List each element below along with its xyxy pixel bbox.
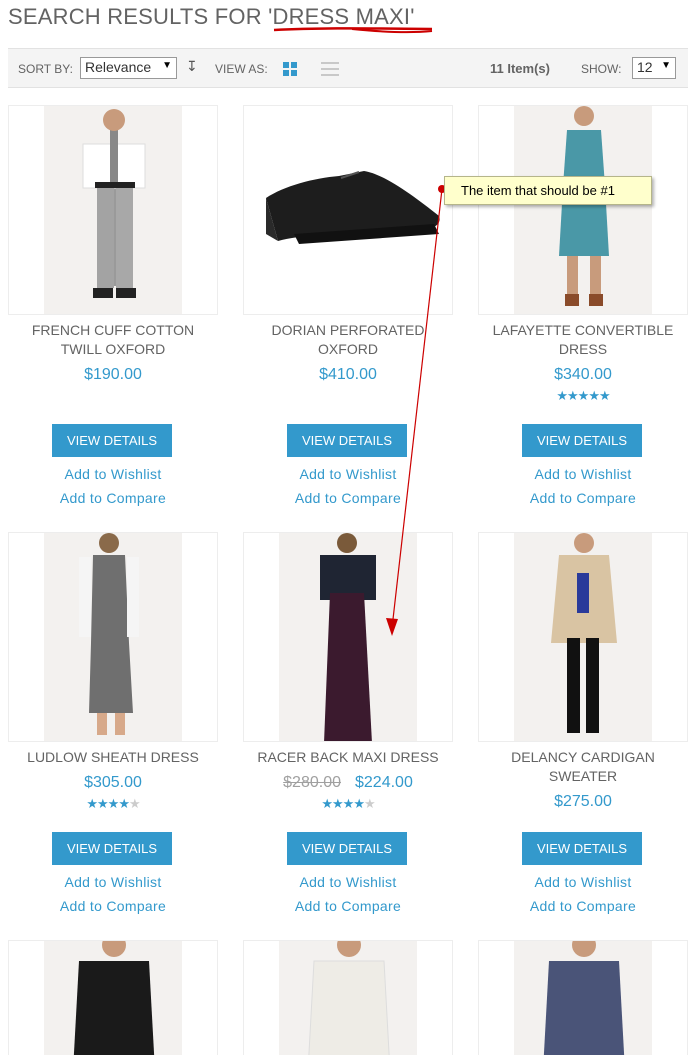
show-label: SHOW: <box>581 62 622 76</box>
chevron-down-icon: ▼ <box>162 60 172 71</box>
product-card <box>8 940 218 1055</box>
product-card: RACER BACK MAXI DRESS $280.00 $224.00 ★★★… <box>243 532 453 932</box>
view-details-button[interactable]: VIEW DETAILS <box>287 424 407 457</box>
show-per-page-value: 12 <box>637 59 653 75</box>
product-name[interactable]: DORIAN PERFORATED OXFORD <box>243 321 453 359</box>
product-price: $410.00 <box>319 366 377 383</box>
add-to-wishlist-link[interactable]: Add to Wishlist <box>478 466 688 482</box>
view-details-button[interactable]: VIEW DETAILS <box>522 832 642 865</box>
view-details-button[interactable]: VIEW DETAILS <box>287 832 407 865</box>
product-image[interactable] <box>243 940 453 1055</box>
annotation-callout: The item that should be #1 <box>444 176 652 205</box>
rating-stars: ★★★★★ <box>86 796 140 811</box>
rating-stars: ★★★★★ <box>556 388 610 403</box>
add-to-compare-link[interactable]: Add to Compare <box>8 898 218 914</box>
product-name[interactable]: LAFAYETTE CONVERTIBLE DRESS <box>478 321 688 359</box>
add-to-wishlist-link[interactable]: Add to Wishlist <box>8 466 218 482</box>
view-as-label: VIEW AS: <box>215 62 268 76</box>
add-to-wishlist-link[interactable]: Add to Wishlist <box>478 874 688 890</box>
product-image[interactable] <box>243 532 453 742</box>
sort-by-value: Relevance <box>85 59 152 75</box>
sort-by-select[interactable]: Relevance ▼ <box>80 57 177 79</box>
product-price: $280.00 $224.00 <box>243 774 453 792</box>
product-price: $305.00 <box>84 774 142 791</box>
product-name[interactable]: DELANCY CARDIGAN SWEATER <box>478 748 688 786</box>
product-card: DELANCY CARDIGAN SWEATER $275.00 VIEW DE… <box>478 532 688 932</box>
add-to-wishlist-link[interactable]: Add to Wishlist <box>243 466 453 482</box>
old-price: $280.00 <box>283 774 341 791</box>
product-image[interactable] <box>478 532 688 742</box>
add-to-compare-link[interactable]: Add to Compare <box>478 898 688 914</box>
product-image[interactable] <box>8 105 218 315</box>
add-to-wishlist-link[interactable]: Add to Wishlist <box>243 874 453 890</box>
product-price: $190.00 <box>84 366 142 383</box>
view-details-button[interactable]: VIEW DETAILS <box>52 832 172 865</box>
add-to-compare-link[interactable]: Add to Compare <box>243 898 453 914</box>
product-card <box>478 940 688 1055</box>
product-card: FRENCH CUFF COTTON TWILL OXFORD $190.00 … <box>8 105 218 525</box>
product-card: DORIAN PERFORATED OXFORD $410.00 VIEW DE… <box>243 105 453 525</box>
sort-by-label: SORT BY: <box>18 62 73 76</box>
special-price: $224.00 <box>355 774 413 791</box>
product-card: LUDLOW SHEATH DRESS $305.00 ★★★★★ VIEW D… <box>8 532 218 932</box>
add-to-wishlist-link[interactable]: Add to Wishlist <box>8 874 218 890</box>
show-per-page-select[interactable]: 12 ▼ <box>632 57 676 79</box>
rating-stars: ★★★★★ <box>321 796 375 811</box>
product-card: LAFAYETTE CONVERTIBLE DRESS $340.00 ★★★★… <box>478 105 688 525</box>
product-image[interactable] <box>478 105 688 315</box>
toolbar: SORT BY: Relevance ▼ ↧ VIEW AS: 11 Item(… <box>8 48 688 88</box>
chevron-down-icon: ▼ <box>661 60 671 71</box>
sort-direction-icon[interactable]: ↧ <box>186 58 198 75</box>
product-name[interactable]: LUDLOW SHEATH DRESS <box>8 748 218 767</box>
add-to-compare-link[interactable]: Add to Compare <box>243 490 453 506</box>
list-view-icon[interactable] <box>321 62 339 76</box>
grid-view-icon[interactable] <box>283 62 297 76</box>
product-name[interactable]: FRENCH CUFF COTTON TWILL OXFORD <box>8 321 218 359</box>
product-image[interactable] <box>8 940 218 1055</box>
product-price: $275.00 <box>554 793 612 810</box>
add-to-compare-link[interactable]: Add to Compare <box>478 490 688 506</box>
product-image[interactable] <box>8 532 218 742</box>
product-image[interactable] <box>478 940 688 1055</box>
view-details-button[interactable]: VIEW DETAILS <box>52 424 172 457</box>
annotation-underline <box>273 27 433 34</box>
view-details-button[interactable]: VIEW DETAILS <box>522 424 642 457</box>
product-name[interactable]: RACER BACK MAXI DRESS <box>243 748 453 767</box>
product-card <box>243 940 453 1055</box>
item-count: 11 Item(s) <box>490 61 550 76</box>
product-image[interactable] <box>243 105 453 315</box>
product-price: $340.00 <box>554 366 612 383</box>
add-to-compare-link[interactable]: Add to Compare <box>8 490 218 506</box>
